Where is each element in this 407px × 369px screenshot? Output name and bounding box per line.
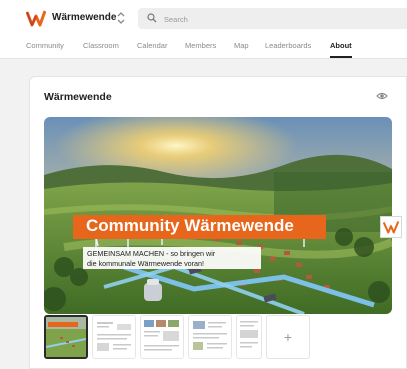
- chevron-up-down-icon[interactable]: [116, 10, 126, 26]
- tab-leaderboards[interactable]: Leaderboards: [265, 41, 311, 50]
- thumbnail-image: [240, 321, 258, 348]
- gallery-thumbnail[interactable]: [188, 315, 232, 359]
- add-media-button[interactable]: +: [266, 315, 310, 359]
- gallery-thumbnail[interactable]: [140, 315, 184, 359]
- gallery-thumbnail[interactable]: [236, 315, 262, 359]
- search-bar[interactable]: [138, 8, 407, 29]
- search-input[interactable]: [162, 10, 396, 29]
- search-icon: [147, 13, 157, 23]
- thumbnail-image: [97, 322, 131, 351]
- tab-community[interactable]: Community: [26, 41, 64, 50]
- tab-about[interactable]: About: [330, 41, 352, 50]
- gallery-thumbnail[interactable]: [44, 315, 88, 359]
- gallery-thumbnail[interactable]: [92, 315, 136, 359]
- w-logo-icon[interactable]: [26, 9, 46, 27]
- w-logo-icon: [380, 216, 402, 238]
- hero-subtitle: GEMEINSAM MACHEN - so bringen wir die ko…: [83, 247, 261, 269]
- top-bar: Wärmewende: [0, 0, 407, 36]
- tab-map[interactable]: Map: [234, 41, 249, 50]
- page-title: Wärmewende: [44, 91, 112, 103]
- eye-icon[interactable]: [376, 91, 388, 101]
- hero-subtitle-line: die kommunale Wärmewende voran!: [87, 259, 205, 268]
- about-card: Wärmewende Community Wärmewende GEMEINSA…: [29, 76, 407, 369]
- tab-classroom[interactable]: Classroom: [83, 41, 119, 50]
- community-nav: Community Classroom Calendar Members Map…: [0, 36, 407, 59]
- hero-headline: Community Wärmewende: [86, 216, 294, 235]
- tab-members[interactable]: Members: [185, 41, 216, 50]
- tab-calendar[interactable]: Calendar: [137, 41, 167, 50]
- thumbnail-image: [193, 321, 227, 350]
- active-tab-indicator: [330, 56, 352, 58]
- thumbnail-image: [46, 317, 86, 357]
- thumbnail-image: [144, 320, 179, 351]
- community-name[interactable]: Wärmewende: [52, 12, 116, 23]
- hero-subtitle-line: GEMEINSAM MACHEN - so bringen wir: [87, 249, 216, 258]
